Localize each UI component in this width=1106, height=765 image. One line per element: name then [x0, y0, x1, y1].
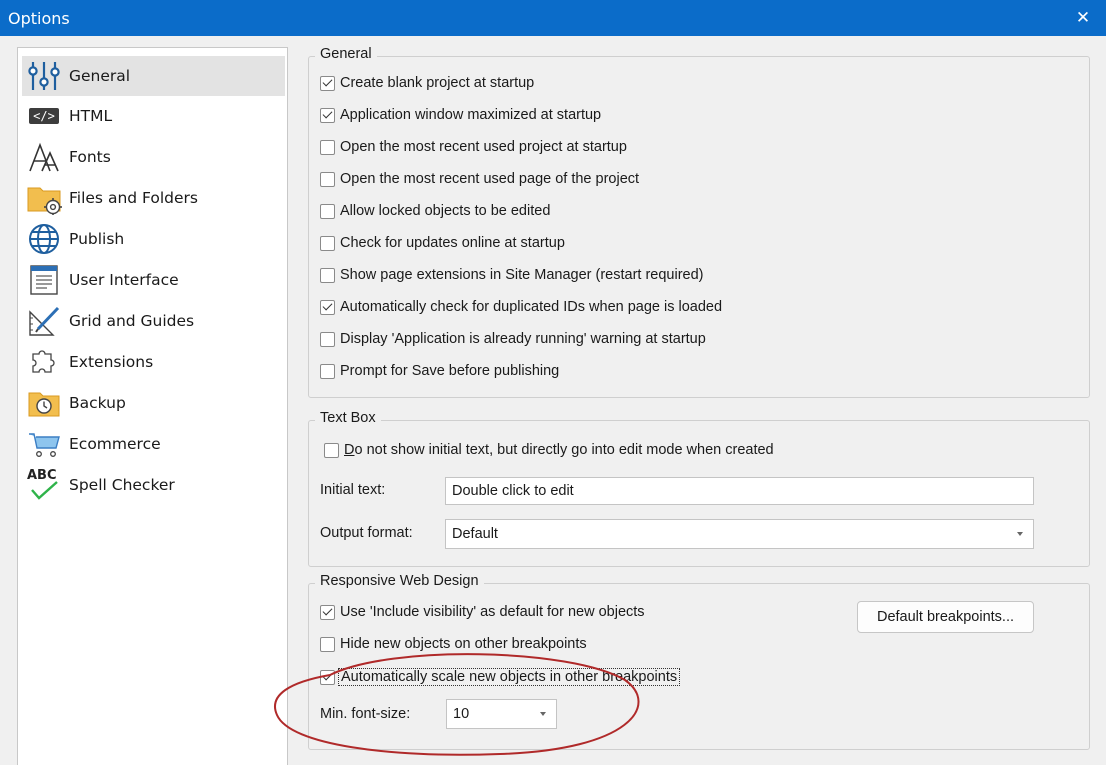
sidebar-item-label: User Interface — [69, 271, 179, 289]
checkbox-box[interactable] — [324, 442, 339, 458]
include-visibility-checkbox[interactable]: Use 'Include visibility' as default for … — [320, 604, 645, 620]
sidebar-item-backup[interactable]: Backup — [22, 383, 285, 423]
folder-gear-icon — [25, 181, 63, 215]
sliders-icon — [25, 59, 63, 93]
window-maximized-checkbox[interactable]: Application window maximized at startup — [320, 107, 601, 123]
cart-icon — [25, 427, 63, 461]
sidebar-item-publish[interactable]: Publish — [22, 219, 285, 259]
checkbox-box[interactable] — [320, 139, 335, 155]
responsive-legend: Responsive Web Design — [315, 573, 484, 589]
sidebar-item-label: Publish — [69, 230, 125, 248]
checkbox-box[interactable] — [320, 267, 335, 283]
sidebar-item-label: Extensions — [69, 353, 154, 371]
prompt-save-checkbox[interactable]: Prompt for Save before publishing — [320, 363, 559, 379]
default-breakpoints-button[interactable]: Default breakpoints... — [857, 601, 1034, 633]
chevron-down-icon — [1017, 532, 1023, 536]
sidebar-item-extensions[interactable]: Extensions — [22, 342, 285, 382]
sidebar-item-grid-and-guides[interactable]: Grid and Guides — [22, 301, 285, 341]
sidebar-item-user-interface[interactable]: User Interface — [22, 260, 285, 300]
already-running-warning-checkbox[interactable]: Display 'Application is already running'… — [320, 331, 706, 347]
checkbox-box[interactable] — [320, 75, 335, 91]
general-legend: General — [315, 46, 377, 62]
check-updates-checkbox[interactable]: Check for updates online at startup — [320, 235, 565, 251]
text-box-legend: Text Box — [315, 410, 381, 426]
sidebar-item-ecommerce[interactable]: Ecommerce — [22, 424, 285, 464]
puzzle-icon — [25, 345, 63, 379]
checkbox-box[interactable] — [320, 299, 335, 315]
sidebar-item-label: Spell Checker — [69, 476, 175, 494]
sidebar-item-label: Backup — [69, 394, 126, 412]
open-recent-project-checkbox[interactable]: Open the most recent used project at sta… — [320, 139, 627, 155]
open-recent-page-checkbox[interactable]: Open the most recent used page of the pr… — [320, 171, 639, 187]
sidebar-item-label: Files and Folders — [69, 189, 199, 207]
sidebar-item-fonts[interactable]: Fonts — [22, 137, 285, 177]
auto-scale-objects-checkbox[interactable]: Automatically scale new objects in other… — [320, 668, 681, 686]
fonts-icon — [25, 140, 63, 174]
checkbox-box[interactable] — [320, 331, 335, 347]
sidebar-item-label: Ecommerce — [69, 435, 161, 453]
title-bar: Options ✕ — [0, 0, 1106, 36]
hide-new-objects-checkbox[interactable]: Hide new objects on other breakpoints — [320, 636, 587, 652]
output-format-select[interactable]: Default — [445, 519, 1034, 549]
spell-check-icon: ABC — [25, 468, 63, 502]
check-duplicated-ids-checkbox[interactable]: Automatically check for duplicated IDs w… — [320, 299, 722, 315]
checkbox-box[interactable] — [320, 235, 335, 251]
sidebar-item-spell-checker[interactable]: ABC Spell Checker — [22, 465, 285, 505]
ruler-pencil-icon — [25, 304, 63, 338]
output-format-label: Output format: — [320, 525, 413, 541]
initial-text-input[interactable] — [445, 477, 1034, 505]
folder-clock-icon — [25, 386, 63, 420]
checkbox-box[interactable] — [320, 604, 335, 620]
html-tag-icon: </> — [25, 99, 63, 133]
min-font-size-select[interactable]: 10 — [446, 699, 557, 729]
allow-locked-objects-checkbox[interactable]: Allow locked objects to be edited — [320, 203, 550, 219]
window-icon — [25, 263, 63, 297]
min-font-size-label: Min. font-size: — [320, 706, 411, 722]
show-page-extensions-checkbox[interactable]: Show page extensions in Site Manager (re… — [320, 267, 704, 283]
sidebar-item-general[interactable]: General — [22, 56, 285, 96]
checkbox-box[interactable] — [320, 171, 335, 187]
create-blank-project-checkbox[interactable]: Create blank project at startup — [320, 75, 534, 91]
checkbox-box[interactable] — [320, 203, 335, 219]
direct-edit-mode-checkbox[interactable]: Do not show initial text, but directly g… — [324, 442, 774, 458]
output-format-value: Default — [452, 526, 498, 542]
window-title: Options — [8, 9, 70, 28]
chevron-down-icon — [540, 712, 546, 716]
checkbox-box[interactable] — [320, 107, 335, 123]
sidebar-item-label: Grid and Guides — [69, 312, 195, 330]
checkbox-box[interactable] — [320, 669, 335, 685]
sidebar-item-label: Fonts — [69, 148, 111, 166]
checkbox-box[interactable] — [320, 636, 335, 652]
sidebar-item-html[interactable]: </> HTML — [22, 96, 285, 136]
min-font-size-value: 10 — [453, 706, 470, 722]
options-category-list: General </> HTML Fonts Files and Folders… — [17, 47, 288, 765]
sidebar-item-label: General — [69, 67, 131, 85]
sidebar-item-files-and-folders[interactable]: Files and Folders — [22, 178, 285, 218]
initial-text-label: Initial text: — [320, 482, 386, 498]
sidebar-item-label: HTML — [69, 107, 113, 125]
close-button[interactable]: ✕ — [1060, 0, 1106, 36]
checkbox-box[interactable] — [320, 363, 335, 379]
globe-icon — [25, 222, 63, 256]
